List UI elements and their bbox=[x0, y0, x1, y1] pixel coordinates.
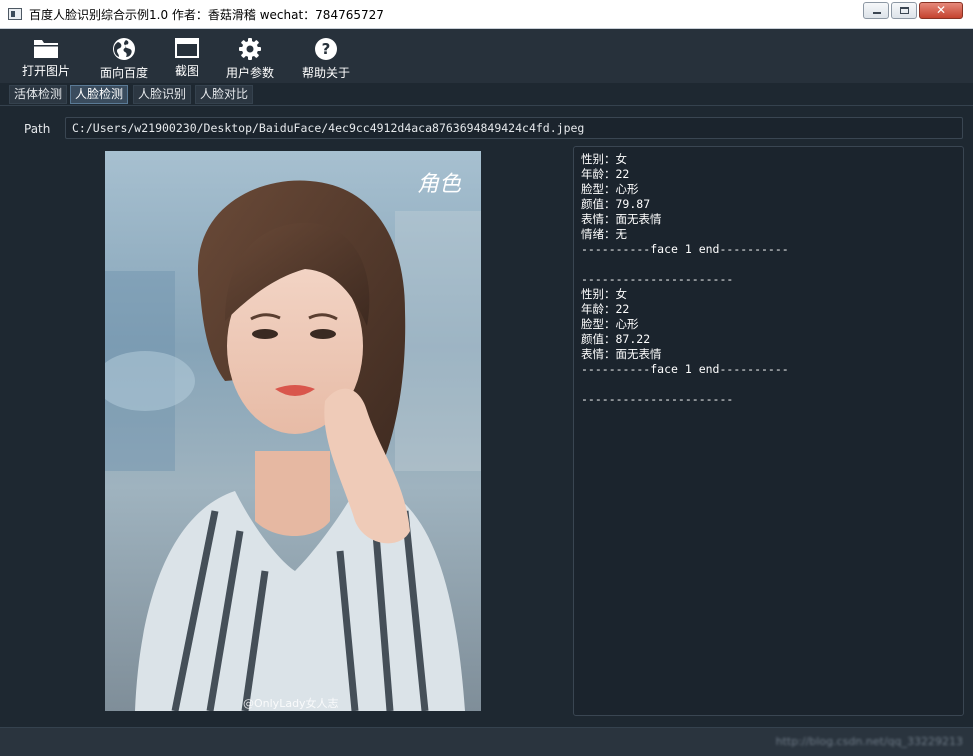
tab-face-recognize[interactable]: 人脸识别 bbox=[133, 85, 192, 104]
toolbar: 打开图片 面向百度 截图 用户参数 ? 帮助关于 bbox=[0, 29, 973, 83]
status-text: http://blog.csdn.net/qq_33229213 bbox=[775, 735, 963, 748]
window-controls: ✕ bbox=[861, 2, 963, 19]
close-button[interactable]: ✕ bbox=[919, 2, 963, 19]
tab-face-compare[interactable]: 人脸对比 bbox=[195, 85, 254, 104]
baidu-button[interactable]: 面向百度 bbox=[98, 29, 150, 83]
photo-watermark: 角色 bbox=[417, 172, 462, 197]
tab-liveness[interactable]: 活体检测 bbox=[9, 85, 68, 104]
svg-text:?: ? bbox=[322, 40, 331, 58]
user-params-button[interactable]: 用户参数 bbox=[223, 29, 277, 83]
maximize-icon bbox=[900, 7, 909, 14]
face-image: 角色 @OnlyLady女人志 bbox=[105, 151, 481, 711]
portrait-illustration: 角色 @OnlyLady女人志 bbox=[105, 151, 481, 711]
screenshot-button[interactable]: 截图 bbox=[172, 29, 202, 83]
status-bar: http://blog.csdn.net/qq_33229213 bbox=[0, 727, 973, 756]
close-icon: ✕ bbox=[935, 3, 947, 17]
result-line: 表情：面无表情 bbox=[581, 212, 662, 226]
tab-bar: 活体检测 人脸检测 人脸识别 人脸对比 bbox=[0, 84, 973, 106]
baidu-label: 面向百度 bbox=[99, 66, 148, 80]
result-line: ----------face 1 end---------- bbox=[581, 362, 789, 376]
result-line: 脸型：心形 bbox=[581, 317, 639, 331]
tab-face-detect[interactable]: 人脸检测 bbox=[70, 85, 129, 104]
result-line bbox=[581, 377, 956, 392]
result-line: 年龄：22 bbox=[581, 302, 630, 316]
screenshot-label: 截图 bbox=[174, 64, 199, 78]
result-line: 颜值：79.87 bbox=[581, 197, 651, 211]
result-line: ---------------------- bbox=[581, 392, 734, 406]
result-line: 表情：面无表情 bbox=[581, 347, 662, 361]
app-window: 百度人脸识别综合示例1.0 作者：香菇滑稽 wechat：784765727 ✕… bbox=[0, 0, 973, 756]
path-field[interactable]: C:/Users/w21900230/Desktop/BaiduFace/4ec… bbox=[65, 117, 963, 139]
result-line: ----------face 1 end---------- bbox=[581, 242, 789, 256]
photo-caption: @OnlyLady女人志 bbox=[243, 696, 339, 710]
result-line: 性别：女 bbox=[581, 152, 627, 166]
result-line: 脸型：心形 bbox=[581, 182, 639, 196]
minimize-icon bbox=[873, 12, 881, 14]
globe-icon bbox=[113, 38, 135, 60]
title-bar: 百度人脸识别综合示例1.0 作者：香菇滑稽 wechat：784765727 ✕ bbox=[0, 0, 973, 29]
result-panel[interactable]: 性别：女 年龄：22 脸型：心形 颜值：79.87 表情：面无表情 情绪：无 -… bbox=[573, 146, 964, 716]
user-params-label: 用户参数 bbox=[225, 66, 274, 80]
result-line: ---------------------- bbox=[581, 272, 734, 286]
app-icon bbox=[8, 8, 22, 20]
maximize-button[interactable] bbox=[891, 2, 917, 19]
help-label: 帮助关于 bbox=[301, 66, 350, 80]
help-button[interactable]: ? 帮助关于 bbox=[300, 29, 352, 83]
result-line: 性别：女 bbox=[581, 287, 627, 301]
open-image-label: 打开图片 bbox=[21, 64, 70, 78]
result-line: 情绪：无 bbox=[581, 227, 627, 241]
result-line: 年龄：22 bbox=[581, 167, 630, 181]
window-icon bbox=[175, 38, 199, 58]
gear-icon bbox=[239, 38, 261, 60]
result-line: 颜值：87.22 bbox=[581, 332, 651, 346]
open-image-button[interactable]: 打开图片 bbox=[21, 29, 71, 83]
minimize-button[interactable] bbox=[863, 2, 889, 19]
result-line bbox=[581, 257, 956, 272]
path-label: Path bbox=[24, 122, 51, 136]
window-title: 百度人脸识别综合示例1.0 作者：香菇滑稽 wechat：784765727 bbox=[29, 7, 384, 22]
folder-icon bbox=[34, 40, 58, 58]
help-icon: ? bbox=[315, 38, 337, 60]
